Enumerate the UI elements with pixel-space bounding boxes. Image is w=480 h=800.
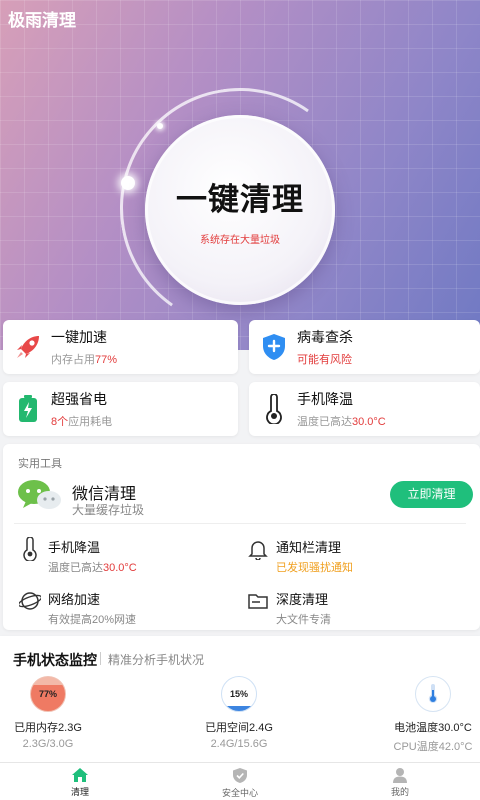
tool-network-subtitle: 有效提高20%网速 <box>48 614 137 626</box>
storage-gauge: 15% <box>221 676 257 712</box>
monitor-battery-temp[interactable]: 电池温度30.0°C CPU温度42.0°C <box>378 676 480 754</box>
tool-notification-title: 通知栏清理 <box>276 540 342 555</box>
monitor-memory[interactable]: 77% 已用内存2.3G 2.3G/3.0G <box>0 676 103 750</box>
hero-banner: 极雨清理 一键清理 系统存在大量垃圾 <box>0 0 480 350</box>
user-icon <box>393 768 407 783</box>
clean-button-subtitle: 系统存在大量垃圾 <box>200 235 280 246</box>
memory-label: 已用内存2.3G <box>14 722 82 734</box>
bell-icon <box>246 537 270 561</box>
folder-icon <box>246 589 270 613</box>
tool-deep-clean-subtitle: 大文件专清 <box>276 614 331 626</box>
tool-cooldown[interactable]: 手机降温 温度已高达30.0°C <box>18 537 137 575</box>
tool-notification-clean[interactable]: 通知栏清理 已发现骚扰通知 <box>246 537 353 575</box>
one-key-clean-button[interactable]: 一键清理 系统存在大量垃圾 <box>145 115 335 305</box>
thermometer-icon <box>18 537 42 561</box>
tab-clean[interactable]: 清理 <box>0 763 160 800</box>
tab-profile-label: 我的 <box>390 787 409 797</box>
power-save-subtitle: 8个应用耗电 <box>51 416 113 428</box>
bottom-tab-bar: 清理 安全中心 我的 <box>0 762 480 800</box>
tool-cooldown-title: 手机降温 <box>48 540 101 555</box>
tool-network-title: 网络加速 <box>48 592 101 607</box>
memory-value: 2.3G/3.0G <box>22 738 74 750</box>
monitor-subtitle: 精准分析手机状况 <box>108 653 205 667</box>
temperature-gauge <box>415 676 451 712</box>
antivirus-subtitle: 可能有风险 <box>297 354 352 366</box>
clean-button-title: 一键清理 <box>176 182 304 217</box>
monitor-storage[interactable]: 15% 已用空间2.4G 2.4G/15.6G <box>184 676 294 750</box>
tab-profile[interactable]: 我的 <box>320 763 480 800</box>
app-title: 极雨清理 <box>8 11 76 30</box>
quick-card-power-save[interactable]: 超强省电 8个应用耗电 <box>3 382 238 436</box>
memory-gauge: 77% <box>30 676 66 712</box>
cooldown-subtitle: 温度已高达30.0°C <box>297 416 386 428</box>
quick-card-speedup[interactable]: 一键加速 内存占用77% <box>3 320 238 374</box>
monitor-title: 手机状态监控 <box>13 652 97 668</box>
network-globe-icon <box>18 589 42 613</box>
shield-check-icon <box>233 768 247 783</box>
wechat-icon <box>17 478 63 512</box>
thermometer-icon <box>428 684 438 703</box>
speedup-subtitle: 内存占用77% <box>51 354 118 366</box>
battery-icon <box>11 392 45 426</box>
tool-deep-clean[interactable]: 深度清理 大文件专清 <box>246 589 331 627</box>
tools-section-label: 实用工具 <box>18 458 62 470</box>
cooldown-title: 手机降温 <box>297 391 353 407</box>
battery-temp-label: 电池温度30.0°C <box>394 722 472 734</box>
tool-network-boost[interactable]: 网络加速 有效提高20%网速 <box>18 589 136 627</box>
speedup-title: 一键加速 <box>51 329 107 345</box>
quick-card-antivirus[interactable]: 病毒查杀 可能有风险 <box>249 320 480 374</box>
tools-divider <box>14 523 466 524</box>
thermometer-icon <box>257 392 291 426</box>
cpu-temp-value: CPU温度42.0°C <box>393 741 473 753</box>
clean-now-button[interactable]: 立即清理 <box>390 481 473 508</box>
orbit-glow-dot <box>121 176 135 190</box>
tool-deep-clean-title: 深度清理 <box>276 592 329 607</box>
shield-plus-icon <box>257 330 291 364</box>
rocket-icon <box>11 330 45 364</box>
storage-label: 已用空间2.4G <box>205 722 273 734</box>
tab-clean-label: 清理 <box>70 787 89 797</box>
antivirus-title: 病毒查杀 <box>297 329 353 345</box>
power-save-title: 超强省电 <box>51 391 107 407</box>
quick-card-cooldown[interactable]: 手机降温 温度已高达30.0°C <box>249 382 480 436</box>
home-icon <box>72 768 88 782</box>
storage-value: 2.4G/15.6G <box>210 738 268 750</box>
tab-security[interactable]: 安全中心 <box>160 763 320 800</box>
tool-notification-subtitle: 已发现骚扰通知 <box>276 562 353 574</box>
storage-gauge-fill <box>222 705 256 711</box>
wechat-clean-subtitle: 大量缓存垃圾 <box>72 503 145 517</box>
monitor-divider <box>100 652 101 665</box>
tab-security-label: 安全中心 <box>221 788 258 798</box>
orbit-small-dot <box>157 123 163 129</box>
tool-cooldown-subtitle: 温度已高达30.0°C <box>48 562 137 574</box>
